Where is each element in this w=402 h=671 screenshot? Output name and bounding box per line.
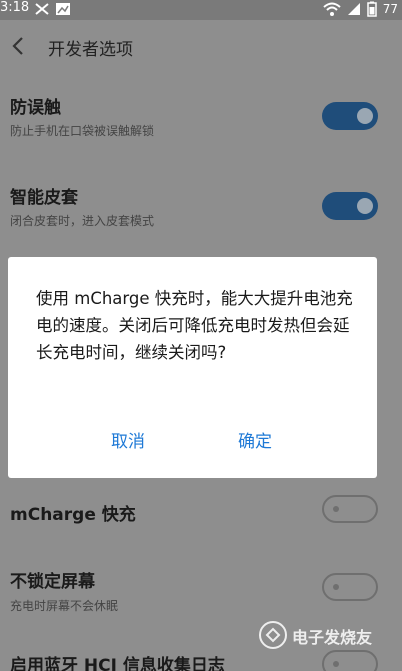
watermark-logo-icon	[259, 621, 287, 649]
app-header: 开发者选项	[0, 22, 402, 72]
setting-row-smart-cover[interactable]: 智能皮套 闭合皮套时，进入皮套模式	[0, 178, 402, 238]
toggle-switch[interactable]	[322, 102, 378, 130]
setting-title: mCharge 快充	[10, 505, 136, 525]
setting-subtitle: 闭合皮套时，进入皮套模式	[10, 214, 155, 228]
setting-row-no-screen-lock[interactable]: 不锁定屏幕 充电时屏幕不会休眠	[0, 565, 402, 620]
wifi-icon	[323, 2, 341, 16]
confirm-button[interactable]: 确定	[238, 427, 272, 452]
confirm-dialog: 使用 mCharge 快充时，能大大提升电池充电的速度。关闭后可降低充电时发热但…	[8, 257, 377, 478]
cancel-button[interactable]: 取消	[111, 427, 145, 452]
setting-row-mcharge[interactable]: mCharge 快充	[0, 495, 402, 535]
signal-icon	[347, 3, 360, 15]
status-time: 3:18	[0, 0, 30, 15]
status-bar: 3:18 77	[0, 0, 402, 20]
toggle-switch[interactable]	[322, 573, 378, 601]
battery-level: 77	[382, 2, 398, 16]
setting-title: 启用蓝牙 HCI 信息收集日志	[10, 656, 225, 671]
watermark: 电子发烧友	[258, 616, 398, 654]
toggle-switch[interactable]	[322, 495, 378, 523]
setting-row-anti-mistouch[interactable]: 防误触 防止手机在口袋被误触解锁	[0, 88, 402, 148]
notification-icons	[35, 3, 70, 15]
setting-title: 不锁定屏幕	[10, 572, 95, 592]
setting-subtitle: 防止手机在口袋被误触解锁	[10, 124, 155, 138]
setting-subtitle: 充电时屏幕不会休眠	[10, 599, 119, 613]
status-icons-right: 77	[323, 0, 398, 18]
back-arrow-icon[interactable]	[8, 34, 28, 58]
battery-icon	[366, 1, 377, 17]
setting-title: 防误触	[10, 98, 61, 118]
toggle-switch[interactable]	[322, 192, 378, 220]
page-title: 开发者选项	[48, 40, 133, 60]
setting-title: 智能皮套	[10, 188, 78, 208]
watermark-text: 电子发烧友	[292, 628, 373, 647]
dialog-message: 使用 mCharge 快充时，能大大提升电池充电的速度。关闭后可降低充电时发热但…	[36, 289, 353, 362]
